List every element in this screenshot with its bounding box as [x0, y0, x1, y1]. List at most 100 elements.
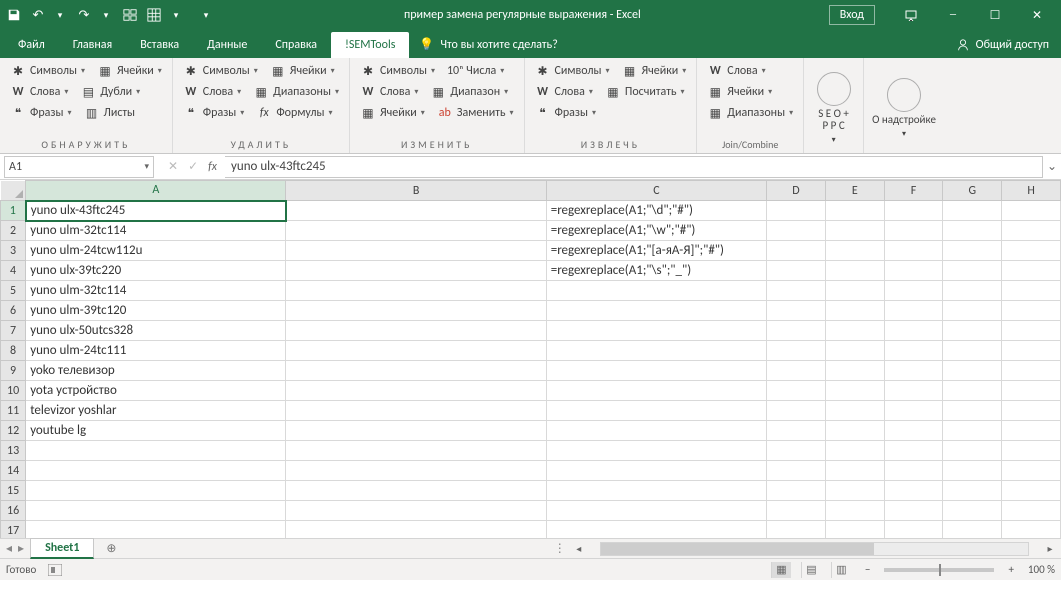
cell-C15[interactable]: [546, 481, 766, 501]
cell-A13[interactable]: [26, 441, 286, 461]
cell-C3[interactable]: =regexreplace(A1;"[а-яА-Я]";"#"): [546, 241, 766, 261]
cell-A9[interactable]: yoko телевизор: [26, 361, 286, 381]
row-header-4[interactable]: 4: [1, 261, 26, 281]
cell-A14[interactable]: [26, 461, 286, 481]
cell-D12[interactable]: [767, 421, 826, 441]
cell-D5[interactable]: [767, 281, 826, 301]
cell-D17[interactable]: [767, 521, 826, 539]
row-header-13[interactable]: 13: [1, 441, 26, 461]
cell-C8[interactable]: [546, 341, 766, 361]
chg-replace-btn[interactable]: abЗаменить▾: [435, 104, 516, 122]
find-phrases-btn[interactable]: ❝Фразы▾: [8, 104, 74, 122]
cell-H9[interactable]: [1002, 361, 1061, 381]
cell-A5[interactable]: yuno ulm-32tc114: [26, 281, 286, 301]
cell-F4[interactable]: [884, 261, 943, 281]
chg-numbers-btn[interactable]: 10ⁿ Числа▾: [445, 63, 506, 79]
cell-C6[interactable]: [546, 301, 766, 321]
cell-B3[interactable]: [286, 241, 546, 261]
cell-B9[interactable]: [286, 361, 546, 381]
close-button[interactable]: ✕: [1017, 2, 1057, 28]
cell-F10[interactable]: [884, 381, 943, 401]
row-header-1[interactable]: 1: [1, 201, 26, 221]
cell-E17[interactable]: [825, 521, 884, 539]
cell-E12[interactable]: [825, 421, 884, 441]
cell-D9[interactable]: [767, 361, 826, 381]
cell-H8[interactable]: [1002, 341, 1061, 361]
sheet-next-icon[interactable]: ▸: [18, 541, 24, 556]
cell-F1[interactable]: [884, 201, 943, 221]
find-symbols-btn[interactable]: ✱Символы▾: [8, 62, 87, 80]
h-scroll-thumb[interactable]: [601, 543, 874, 555]
cell-F12[interactable]: [884, 421, 943, 441]
cell-C13[interactable]: [546, 441, 766, 461]
row-header-9[interactable]: 9: [1, 361, 26, 381]
cell-H6[interactable]: [1002, 301, 1061, 321]
row-header-11[interactable]: 11: [1, 401, 26, 421]
cell-B17[interactable]: [286, 521, 546, 539]
cell-A17[interactable]: [26, 521, 286, 539]
cell-B14[interactable]: [286, 461, 546, 481]
cell-E14[interactable]: [825, 461, 884, 481]
cell-G17[interactable]: [943, 521, 1002, 539]
ext-cells-btn[interactable]: ▦Ячейки▾: [619, 62, 688, 80]
cell-F5[interactable]: [884, 281, 943, 301]
login-button[interactable]: Вход: [829, 5, 875, 25]
cell-E1[interactable]: [825, 201, 884, 221]
cell-G1[interactable]: [943, 201, 1002, 221]
cell-G12[interactable]: [943, 421, 1002, 441]
cell-E3[interactable]: [825, 241, 884, 261]
cell-H4[interactable]: [1002, 261, 1061, 281]
cell-C14[interactable]: [546, 461, 766, 481]
tab-data[interactable]: Данные: [193, 32, 261, 58]
zoom-percent[interactable]: 100 %: [1028, 563, 1055, 576]
col-header-H[interactable]: H: [1002, 181, 1061, 201]
cell-G8[interactable]: [943, 341, 1002, 361]
cell-H5[interactable]: [1002, 281, 1061, 301]
cell-A12[interactable]: youtube lg: [26, 421, 286, 441]
cell-B16[interactable]: [286, 501, 546, 521]
qat-btn-1[interactable]: [120, 4, 140, 26]
cell-D2[interactable]: [767, 221, 826, 241]
cell-E9[interactable]: [825, 361, 884, 381]
del-symbols-btn[interactable]: ✱Символы▾: [181, 62, 260, 80]
tab-help[interactable]: Справка: [261, 32, 331, 58]
cell-F3[interactable]: [884, 241, 943, 261]
minimize-button[interactable]: ─: [933, 2, 973, 28]
zoom-slider[interactable]: [884, 568, 994, 572]
cell-D10[interactable]: [767, 381, 826, 401]
cell-B5[interactable]: [286, 281, 546, 301]
cell-D4[interactable]: [767, 261, 826, 281]
col-header-D[interactable]: D: [767, 181, 826, 201]
cell-H11[interactable]: [1002, 401, 1061, 421]
cell-G15[interactable]: [943, 481, 1002, 501]
cell-B4[interactable]: [286, 261, 546, 281]
cell-D13[interactable]: [767, 441, 826, 461]
cell-E15[interactable]: [825, 481, 884, 501]
about-circle-icon[interactable]: [887, 78, 921, 112]
cell-G5[interactable]: [943, 281, 1002, 301]
cell-G9[interactable]: [943, 361, 1002, 381]
cell-B10[interactable]: [286, 381, 546, 401]
cell-A15[interactable]: [26, 481, 286, 501]
spreadsheet-grid[interactable]: ABCDEFGH1yuno ulx-43ftc245=regexreplace(…: [0, 180, 1061, 538]
cell-H15[interactable]: [1002, 481, 1061, 501]
cell-B6[interactable]: [286, 301, 546, 321]
sheet-prev-icon[interactable]: ◂: [6, 541, 12, 556]
ribbon-options-icon[interactable]: [891, 2, 931, 28]
cell-C7[interactable]: [546, 321, 766, 341]
row-header-17[interactable]: 17: [1, 521, 26, 539]
cell-B12[interactable]: [286, 421, 546, 441]
cell-A16[interactable]: [26, 501, 286, 521]
ext-count-btn[interactable]: ▦Посчитать▾: [603, 83, 687, 101]
del-ranges-btn[interactable]: ▦Диапазоны▾: [251, 83, 341, 101]
col-header-A[interactable]: A: [26, 181, 286, 201]
row-header-16[interactable]: 16: [1, 501, 26, 521]
share-button[interactable]: Общий доступ: [948, 32, 1057, 58]
cell-D7[interactable]: [767, 321, 826, 341]
cell-D1[interactable]: [767, 201, 826, 221]
cell-H3[interactable]: [1002, 241, 1061, 261]
cell-E2[interactable]: [825, 221, 884, 241]
cell-G6[interactable]: [943, 301, 1002, 321]
cell-F17[interactable]: [884, 521, 943, 539]
cell-G16[interactable]: [943, 501, 1002, 521]
